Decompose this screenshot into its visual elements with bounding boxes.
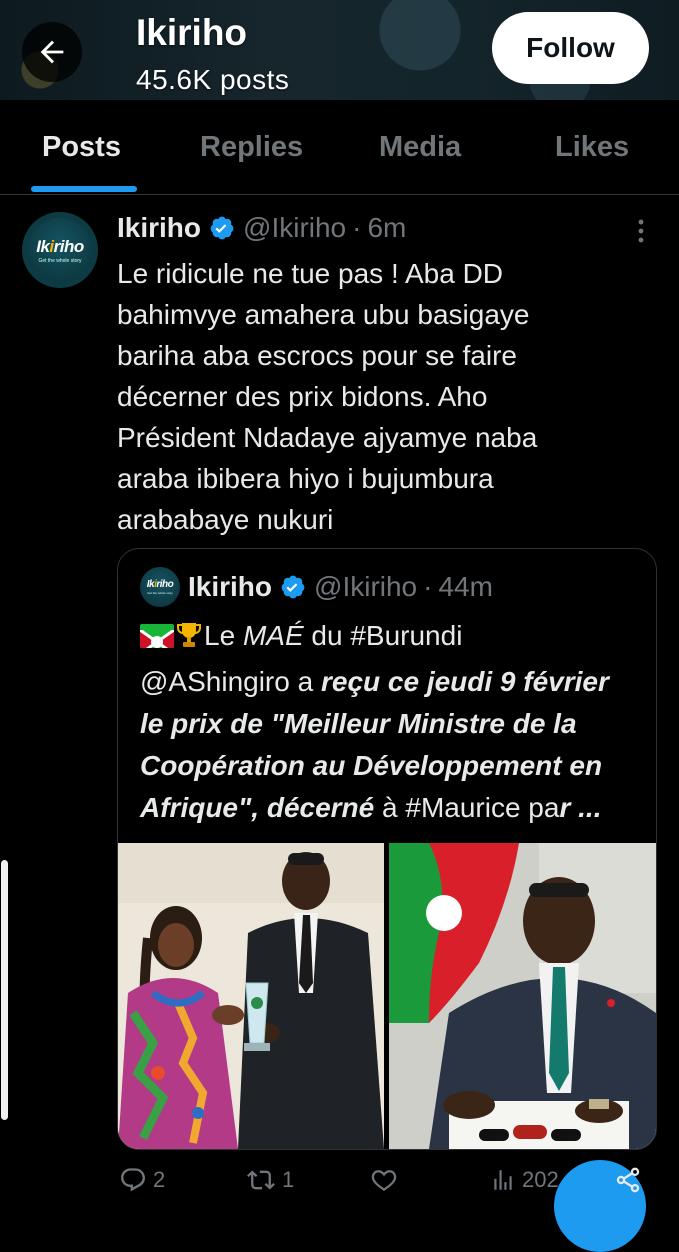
quoted-photo-minister[interactable] — [389, 843, 656, 1149]
tweet-text-line: bariha aba escrocs pour se faire — [117, 340, 517, 371]
views-button[interactable]: 202 — [490, 1160, 559, 1200]
quoted-text-bold: reçu ce jeudi 9 février — [320, 666, 609, 697]
verified-badge-icon — [209, 215, 235, 241]
author-handle[interactable]: @Ikiriho — [243, 212, 346, 244]
scrollbar[interactable] — [1, 860, 8, 1120]
verified-badge-icon — [280, 574, 306, 600]
share-button[interactable] — [614, 1160, 642, 1200]
quoted-text-truncated: r ... — [559, 792, 602, 823]
avatar-tagline: Get the whole story — [38, 257, 82, 264]
quoted-text-line: Le MAÉ du #Burundi — [140, 615, 650, 661]
quoted-time: 44m — [438, 571, 493, 602]
like-icon — [371, 1170, 397, 1191]
minister-photo-illustration — [389, 843, 656, 1149]
tweet-text-line: bahimvye amahera ubu basigaye — [117, 299, 530, 330]
avatar[interactable]: Ikiriho Get the whole story — [22, 212, 98, 288]
tab-likes[interactable]: Likes — [555, 100, 629, 194]
quoted-text-line: @AShingiro a reçu ce jeudi 9 février — [140, 661, 650, 703]
reply-icon — [121, 1168, 146, 1192]
reply-button[interactable]: 2 — [119, 1160, 165, 1200]
like-button[interactable] — [370, 1160, 398, 1200]
views-count: 202 — [522, 1167, 559, 1192]
back-arrow-icon — [40, 40, 64, 64]
quoted-header: Ikiriho @Ikiriho · 44m — [188, 567, 493, 607]
quoted-text-burundi: du #Burundi — [303, 620, 463, 651]
repost-count: 1 — [282, 1167, 295, 1192]
quoted-text-maurice: à #Maurice pa — [374, 792, 560, 823]
quoted-tweet[interactable]: Ikiriho Get the whole story Ikiriho @Iki… — [117, 548, 657, 1150]
separator-dot: · — [423, 571, 433, 602]
profile-name: Ikiriho — [136, 12, 248, 53]
more-dots-icon — [638, 219, 644, 243]
tab-posts[interactable]: Posts — [42, 100, 121, 194]
tab-replies[interactable]: Replies — [200, 100, 303, 194]
tweet-text-line: Le ridicule ne tue pas ! Aba DD — [117, 258, 504, 289]
quoted-avatar-logo: Ikiriho — [146, 579, 174, 590]
share-icon — [616, 1167, 640, 1193]
author-name[interactable]: Ikiriho — [117, 212, 201, 244]
quoted-text-line: Coopération au Développement en — [140, 750, 603, 781]
more-options-button[interactable] — [630, 216, 652, 246]
profile-tabs: Posts Replies Media Likes — [0, 100, 679, 195]
flag-burundi-icon — [140, 624, 174, 648]
separator-dot: · — [352, 212, 362, 243]
trophy-icon — [176, 619, 202, 661]
follow-button[interactable]: Follow — [492, 12, 649, 84]
quoted-text-bold: Afrique", décerné — [140, 792, 375, 823]
tweet-header: Ikiriho @Ikiriho · 6m — [117, 208, 406, 248]
quoted-text-line: Afrique", décerné à #Maurice par ... — [140, 787, 650, 829]
avatar-logo-text: Ikiriho — [36, 236, 84, 256]
tweet-text-line: araba ibibera hiyo i bujumbura — [117, 463, 494, 494]
tweet-text: Le ridicule ne tue pas ! Aba DD bahimvye… — [117, 253, 657, 540]
profile-header: Ikiriho 45.6K posts Follow — [0, 0, 679, 100]
quoted-text-mention: @AShingiro a — [140, 666, 321, 697]
quoted-text: Le MAÉ du #Burundi @AShingiro a reçu ce … — [140, 615, 650, 829]
quoted-text-mae: MAÉ — [242, 620, 304, 651]
tweet-text-line: Président Ndadaye ajyamye naba — [117, 422, 538, 453]
quoted-author-handle: @Ikiriho — [314, 571, 418, 602]
tab-media[interactable]: Media — [379, 100, 461, 194]
quoted-photo-award[interactable] — [118, 843, 384, 1149]
repost-icon — [247, 1170, 275, 1190]
quoted-author-name: Ikiriho — [188, 571, 273, 602]
quoted-avatar-tagline: Get the whole story — [147, 591, 173, 595]
views-icon — [494, 1170, 512, 1190]
post-count: 45.6K posts — [136, 64, 290, 95]
reply-count: 2 — [153, 1167, 166, 1192]
award-photo-illustration — [118, 843, 384, 1149]
back-button[interactable] — [22, 22, 82, 82]
quoted-text-le: Le — [204, 620, 243, 651]
quoted-avatar: Ikiriho Get the whole story — [140, 567, 180, 607]
avatar-logo: Ikiriho Get the whole story — [28, 218, 92, 282]
quoted-text-line: le prix de "Meilleur Ministre de la — [140, 708, 577, 739]
tweet-time[interactable]: 6m — [367, 212, 406, 244]
tweet-text-line: arababaye nukuri — [117, 504, 334, 535]
repost-button[interactable]: 1 — [246, 1160, 294, 1200]
tweet-text-line: décerner des prix bidons. Aho — [117, 381, 488, 412]
active-tab-indicator — [31, 186, 137, 192]
